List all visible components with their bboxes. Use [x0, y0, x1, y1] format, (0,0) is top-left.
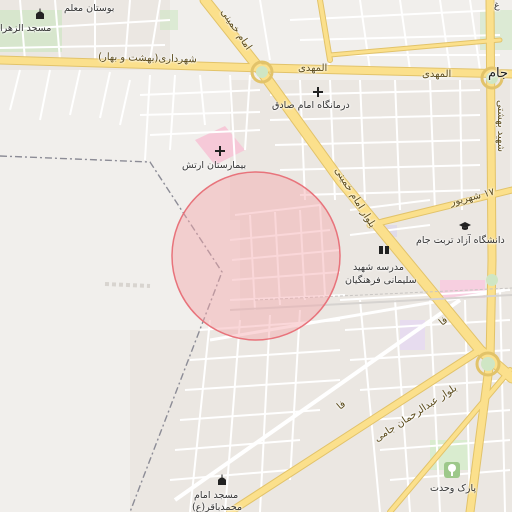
edge-label: غ [494, 0, 500, 11]
city-jam-label: جام [488, 66, 509, 81]
mosque-zahra-label: مسجد الزهرا [0, 23, 52, 34]
road-almahdi-label-2: المهدی [422, 69, 452, 80]
search-radius-circle[interactable] [171, 171, 341, 341]
road-shahid-beheshti-label: شهید بهشتی [495, 99, 507, 153]
school-soleimani-label-1: مدرسه شهید [353, 262, 404, 273]
clinic-imam-sadegh-label: درمانگاه امام صادق [272, 100, 350, 111]
mosque-icon[interactable] [34, 8, 46, 20]
map-viewport[interactable]: بوستان معلم مسجد الزهرا شهرداری(بهشت و ب… [0, 0, 512, 512]
tree-icon[interactable] [444, 462, 460, 478]
mosque-icon[interactable] [216, 474, 228, 486]
school-icon[interactable] [378, 243, 390, 255]
road-almahdi-label-1: المهدی [298, 63, 328, 74]
park-vahdat-label: پارک وحدت [430, 483, 477, 494]
hospital-artesh-label: بیمارستان ارتش [182, 160, 247, 171]
cross-icon[interactable] [312, 86, 324, 98]
park-moallem-label: بوستان معلم [64, 3, 115, 14]
road-shahrdari-label: شهرداری(بهشت و بهار) [97, 51, 197, 66]
mosque-imam-label-1: مسجد امام [194, 490, 239, 501]
cross-icon[interactable] [214, 145, 226, 157]
mosque-imam-label-2: محمدباقر(ع) [192, 502, 243, 512]
university-azad-label: دانشگاه آزاد تربت جام [416, 235, 505, 246]
graduation-cap-icon[interactable] [459, 220, 471, 232]
school-soleimani-label-2: سلیمانی فرهنگیان [345, 275, 417, 286]
